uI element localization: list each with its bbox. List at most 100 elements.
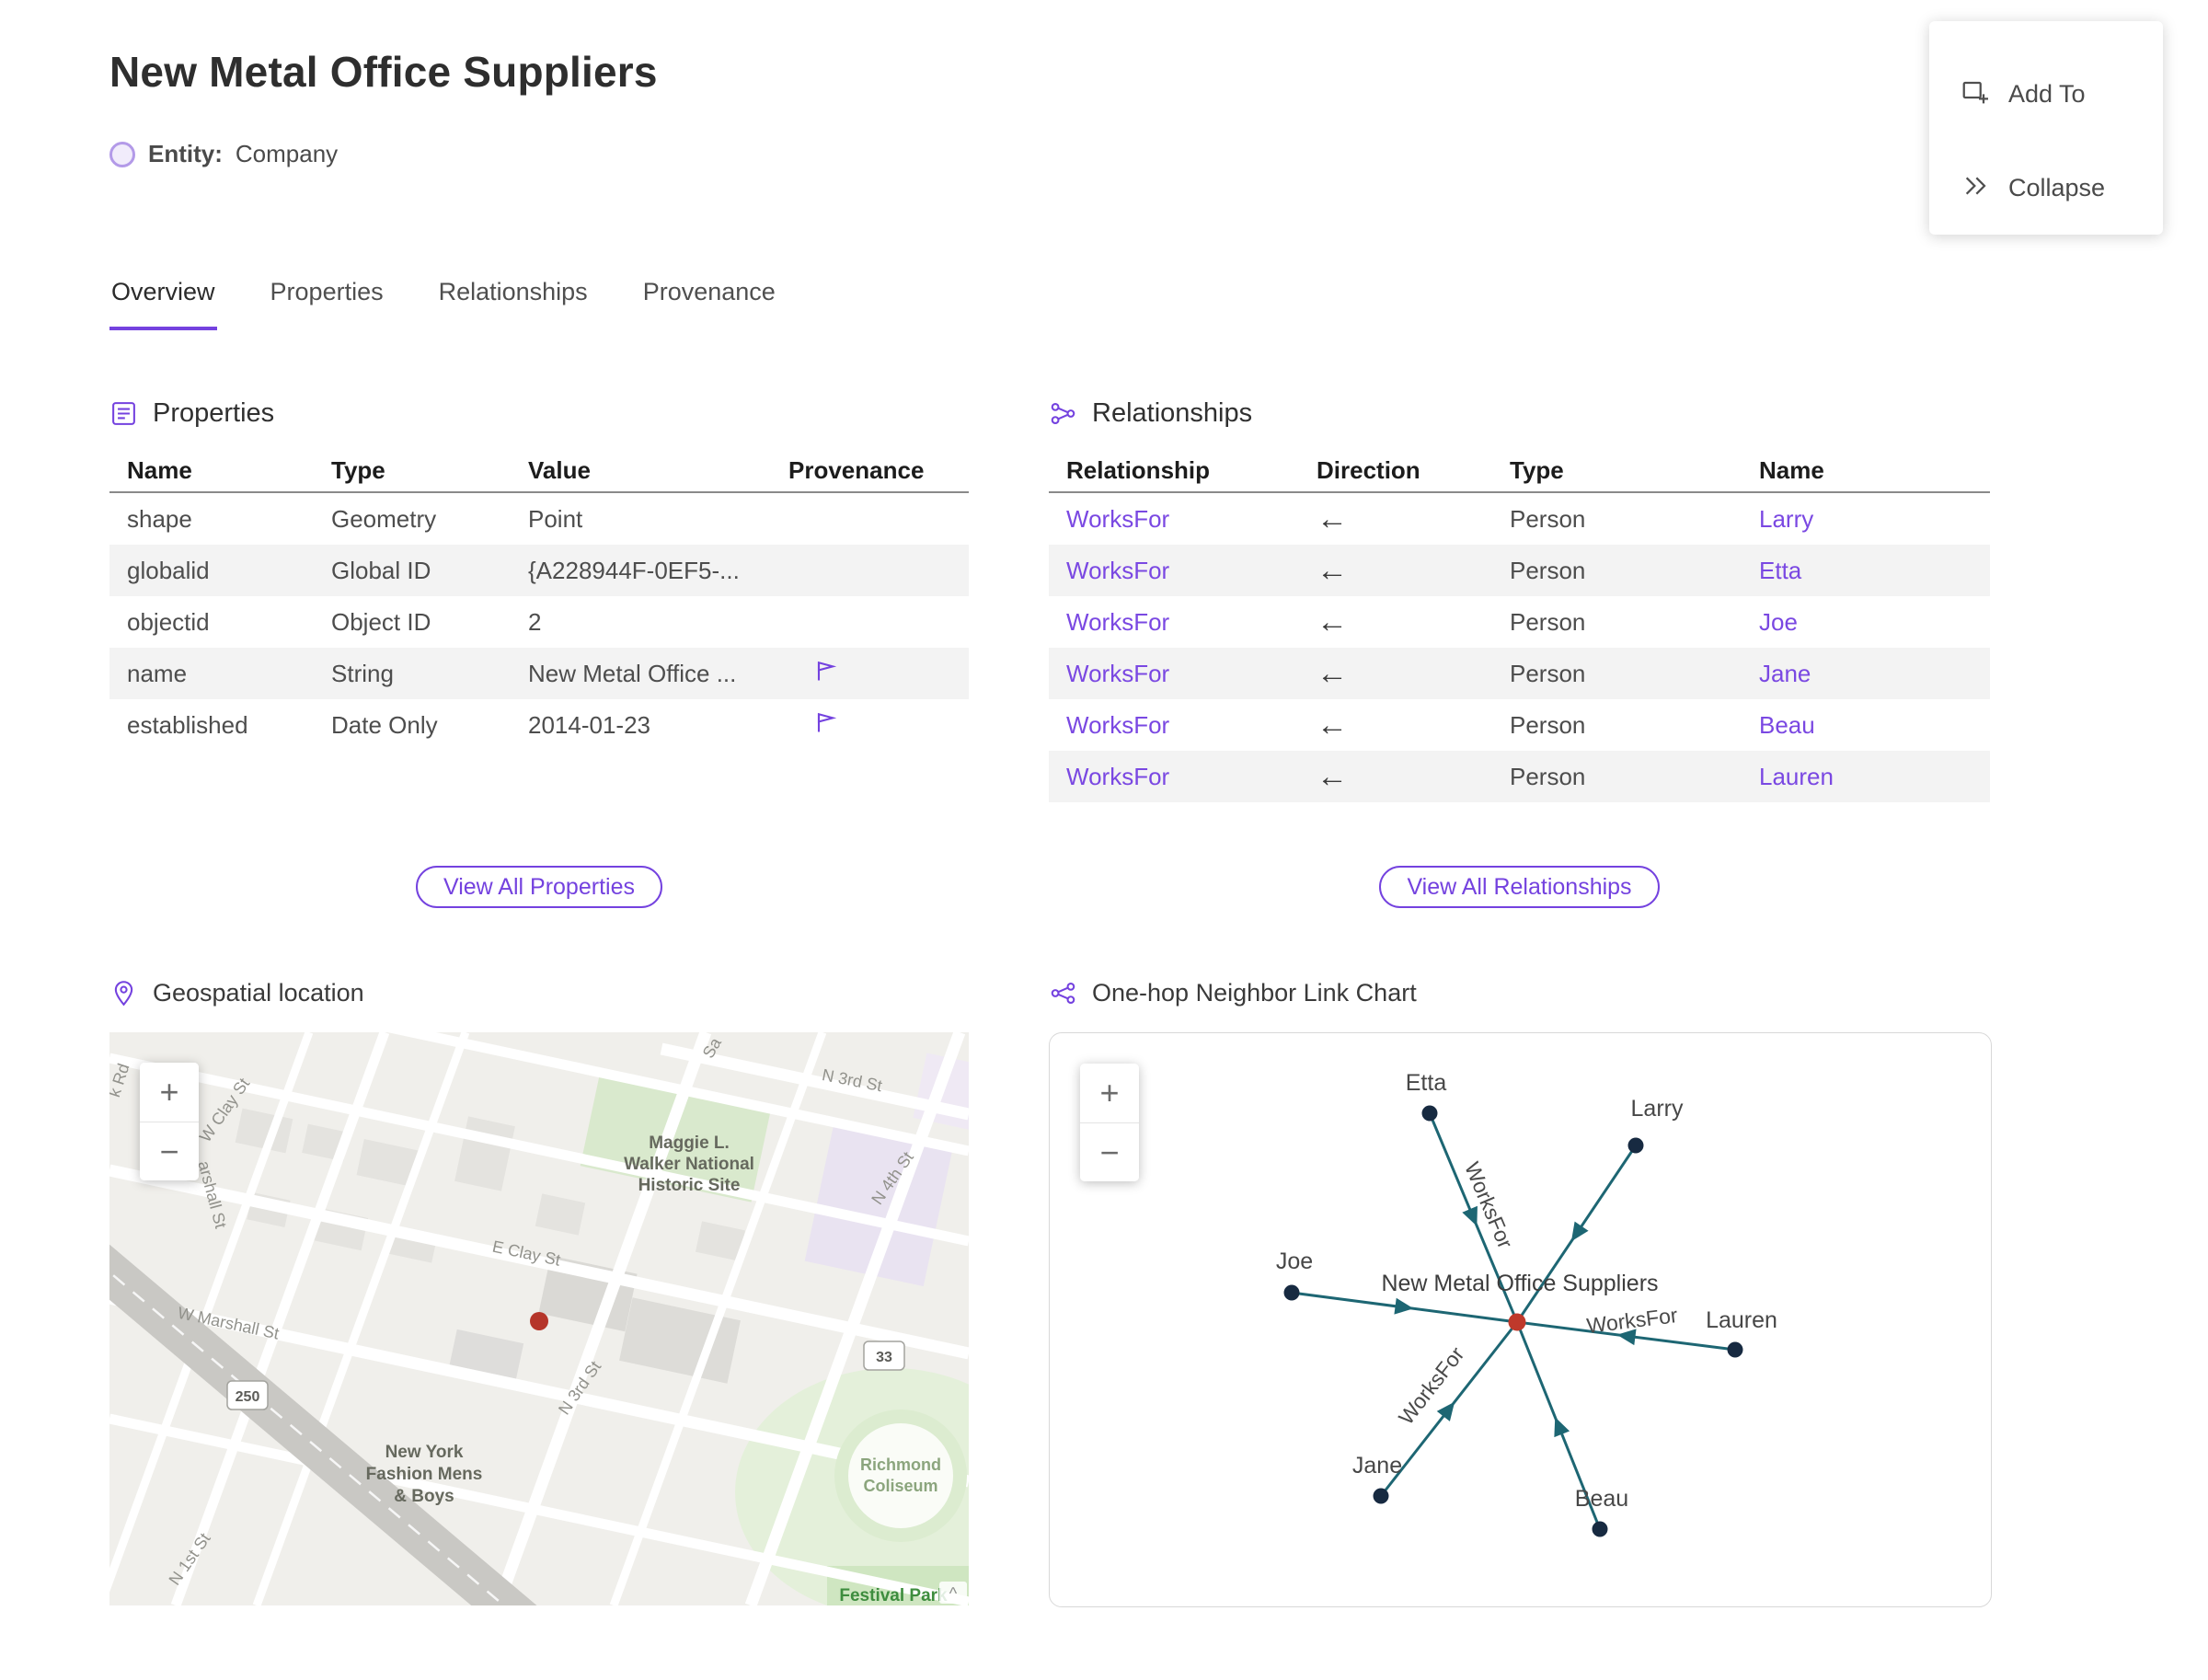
column-header: Name [109,449,331,493]
entity-link[interactable]: Larry [1759,505,1813,533]
column-header: Type [331,449,528,493]
map-zoom-out-button[interactable]: − [140,1122,199,1180]
relationships-tbody: WorksFor ← Person Larry WorksFor ← Person Etta W… [1049,492,1990,802]
column-header: Direction [1317,449,1510,493]
collapse-button[interactable]: Collapse [1929,152,2163,224]
relationship-row: WorksFor ← Person Larry [1049,492,1990,545]
tab-relationships[interactable]: Relationships [437,278,590,330]
collapse-label: Collapse [2008,173,2106,201]
direction-arrow: ← [1317,604,1348,639]
relationship-row: WorksFor ← Person Etta [1049,545,1990,596]
provenance-flag-icon[interactable] [812,709,838,735]
direction-cell: ← [1317,596,1510,648]
type-cell: Person [1510,504,1586,533]
property-type-cell: Object ID [331,607,431,636]
relationship-link[interactable]: WorksFor [1066,711,1169,739]
map-marker[interactable] [530,1312,548,1330]
entity-link[interactable]: Etta [1759,557,1801,584]
relationship-row: WorksFor ← Person Beau [1049,699,1990,751]
edge-arrowhead [1436,1401,1455,1421]
map-label: Historic Site [638,1176,741,1195]
property-name-cell: name [127,659,188,687]
property-type-cell: Date Only [331,710,438,739]
property-value-cell: 2014-01-23 [528,710,650,739]
link-chart-canvas[interactable]: WorksForWorksForWorksForEttaLarryJoeLaur… [1050,1033,1991,1606]
graph-node-lauren[interactable] [1727,1341,1743,1358]
map-label: & Boys [394,1487,454,1506]
direction-arrow: ← [1317,758,1348,794]
relationship-link[interactable]: WorksFor [1066,660,1169,687]
property-provenance-cell [788,545,969,596]
relationship-link[interactable]: WorksFor [1066,505,1169,533]
tab-overview[interactable]: Overview [109,278,217,330]
entity-link[interactable]: Joe [1759,608,1798,636]
graph-node-jane[interactable] [1373,1488,1389,1504]
relationship-link[interactable]: WorksFor [1066,763,1169,790]
graph-node-label: Etta [1406,1070,1447,1096]
relationship-cell: WorksFor [1049,699,1317,751]
chart-zoom-out-button[interactable]: − [1080,1122,1139,1181]
relationship-link[interactable]: WorksFor [1066,557,1169,584]
entity-link[interactable]: Jane [1759,660,1811,687]
properties-icon [109,399,138,428]
graph-node-joe[interactable] [1283,1284,1300,1301]
entity-link[interactable]: Lauren [1759,763,1834,790]
property-type-cell: Geometry [331,504,437,533]
view-all-properties-button[interactable]: View All Properties [416,866,662,908]
provenance-flag-icon[interactable] [812,658,838,684]
map-coliseum [834,1410,967,1542]
map[interactable]: 250 33 k Rd W Clay St Sa N 3rd St N 4th St E C… [109,1032,969,1605]
add-to-button[interactable]: Add To [1929,58,2163,130]
location-pin-icon [109,979,138,1007]
actions-menu: Add To Collapse [1929,21,2163,235]
property-provenance-cell [788,699,969,751]
entity-link[interactable]: Beau [1759,711,1815,739]
view-all-relationships-button[interactable]: View All Relationships [1379,866,1660,908]
property-provenance-cell [788,492,969,545]
route-shield-label: 250 [236,1389,260,1405]
map-attribution-toggle[interactable]: ^ [939,1582,967,1604]
entity-value: Company [235,140,339,167]
graph-node-etta[interactable] [1421,1105,1438,1122]
graph-node-larry[interactable] [1627,1137,1644,1154]
relationship-cell: WorksFor [1049,545,1317,596]
direction-cell: ← [1317,648,1510,699]
direction-arrow: ← [1317,552,1348,588]
graph-node-label: Lauren [1706,1307,1777,1333]
tab-properties[interactable]: Properties [269,278,385,330]
column-header: Value [528,449,788,493]
link-chart-section-header: One-hop Neighbor Link Chart [1049,973,1417,1012]
direction-cell: ← [1317,751,1510,802]
chart-zoom-in-button[interactable]: + [1080,1064,1139,1122]
relationships-icon [1049,399,1077,428]
name-cell: Beau [1759,699,1990,751]
graph-node-beau[interactable] [1592,1521,1608,1537]
relationship-cell: WorksFor [1049,596,1317,648]
property-provenance-cell [788,596,969,648]
map-label: New York [385,1443,464,1462]
graph-center-node[interactable] [1508,1313,1526,1331]
map-label: Festival Park [839,1586,948,1605]
direction-cell: ← [1317,492,1510,545]
page-title: New Metal Office Suppliers [109,48,658,96]
property-type-cell: Global ID [331,556,431,584]
entity-type-icon [109,141,135,167]
graph-node-label: Joe [1276,1248,1313,1274]
type-cell: Person [1510,607,1586,636]
relationship-row: WorksFor ← Person Joe [1049,596,1990,648]
direction-cell: ← [1317,545,1510,596]
tab-provenance[interactable]: Provenance [641,278,777,330]
property-name-cell: objectid [127,607,210,636]
relationship-cell: WorksFor [1049,492,1317,545]
link-chart: WorksFor WorksFor WorksFor Etta Larry Joe Laur… [1049,1032,1992,1607]
direction-arrow: ← [1317,501,1348,536]
geospatial-section-header: Geospatial location [109,973,364,1012]
property-row: established Date Only 2014-01-23 [109,699,969,751]
direction-cell: ← [1317,699,1510,751]
map-zoom-in-button[interactable]: + [140,1063,199,1122]
properties-header-row: Name Type Value Provenance [109,449,969,493]
graph-node-label: Larry [1631,1096,1684,1122]
property-row: name String New Metal Office ... [109,648,969,699]
map-canvas[interactable]: 25033 k RdW Clay StSaN 3rd StN 4th StE C… [109,1032,969,1605]
relationship-link[interactable]: WorksFor [1066,608,1169,636]
